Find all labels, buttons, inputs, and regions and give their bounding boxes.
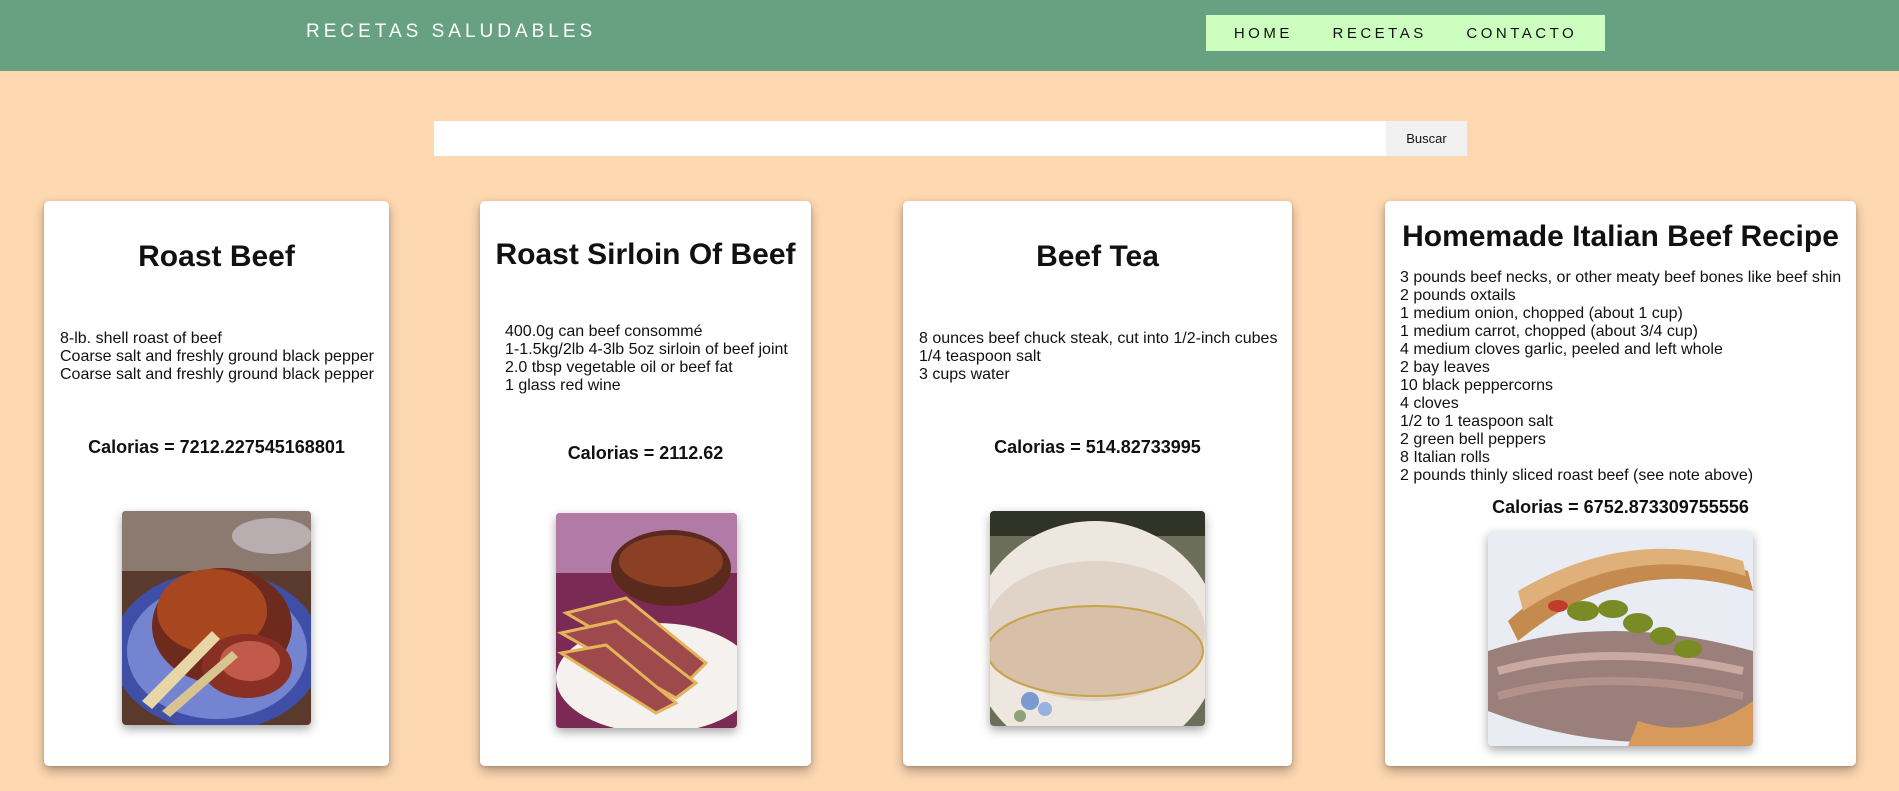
ingredient-item: 1 glass red wine [505,377,621,394]
top-header: RECETAS SALUDABLES HOME RECETAS CONTACTO [0,0,1899,71]
ingredient-item: 4 medium cloves garlic, peeled and left … [1400,341,1723,358]
recipe-title: Homemade Italian Beef Recipe [1402,220,1839,253]
ingredient-item: Coarse salt and freshly ground black pep… [60,366,374,383]
recipe-calories: Calorias = 2112.62 [567,443,724,463]
recipe-calories: Calorias = 7212.227545168801 [88,437,345,457]
ingredient-item: 1/2 to 1 teaspoon salt [1400,413,1553,430]
recipe-title: Roast Sirloin Of Beef [495,238,796,271]
recipe-card-beef-tea: Beef Tea 8 ounces beef chuck steak, cut … [903,201,1292,766]
recipe-photo [122,511,311,725]
ingredient-item: 2.0 tbsp vegetable oil or beef fat [505,359,733,376]
recipe-card-roast-beef: Roast Beef 8-lb. shell roast of beef Coa… [44,201,389,766]
ingredient-item: 2 pounds oxtails [1400,287,1516,304]
ingredient-item: 1 medium onion, chopped (about 1 cup) [1400,305,1683,322]
recipe-card-roast-sirloin: Roast Sirloin Of Beef 400.0g can beef co… [480,201,811,766]
site-brand[interactable]: RECETAS SALUDABLES [306,21,596,43]
search-button[interactable]: Buscar [1386,121,1467,156]
recipe-card-italian-beef: Homemade Italian Beef Recipe 3 pounds be… [1385,201,1856,766]
recipe-photo [556,513,737,728]
ingredient-item: 1/4 teaspoon salt [919,348,1041,365]
search-input[interactable] [434,121,1386,156]
ingredient-list: 8 ounces beef chuck steak, cut into 1/2-… [919,330,1277,384]
ingredient-item: 400.0g can beef consommé [505,323,703,340]
ingredient-item: 8 Italian rolls [1400,449,1490,466]
ingredient-list: 3 pounds beef necks, or other meaty beef… [1400,269,1841,485]
ingredient-list: 400.0g can beef consommé 1-1.5kg/2lb 4-3… [505,323,788,395]
ingredient-item: 3 cups water [919,366,1010,383]
ingredient-item: 1 medium carrot, chopped (about 3/4 cup) [1400,323,1698,340]
ingredient-item: Coarse salt and freshly ground black pep… [60,348,374,365]
ingredient-list: 8-lb. shell roast of beef Coarse salt an… [60,330,374,384]
ingredient-item: 4 cloves [1400,395,1459,412]
nav-contacto-link[interactable]: CONTACTO [1466,25,1577,42]
search-bar: Buscar [434,121,1467,156]
ingredient-item: 1-1.5kg/2lb 4-3lb 5oz sirloin of beef jo… [505,341,788,358]
ingredient-item: 10 black peppercorns [1400,377,1553,394]
ingredient-item: 2 pounds thinly sliced roast beef (see n… [1400,467,1754,484]
ingredient-item: 2 green bell peppers [1400,431,1546,448]
ingredient-item: 3 pounds beef necks, or other meaty beef… [1400,269,1842,286]
recipe-photo [990,511,1205,726]
recipe-title: Roast Beef [138,240,295,273]
main-nav: HOME RECETAS CONTACTO [1206,15,1605,51]
ingredient-item: 2 bay leaves [1400,359,1490,376]
recipe-title: Beef Tea [1036,240,1159,273]
recipe-calories: Calorias = 514.82733995 [994,437,1201,457]
recipe-calories: Calorias = 6752.873309755556 [1492,497,1749,517]
ingredient-item: 8 ounces beef chuck steak, cut into 1/2-… [919,330,1278,347]
nav-home-link[interactable]: HOME [1234,25,1293,42]
recipe-photo [1488,531,1753,746]
ingredient-item: 8-lb. shell roast of beef [60,330,222,347]
nav-recetas-link[interactable]: RECETAS [1332,25,1426,42]
